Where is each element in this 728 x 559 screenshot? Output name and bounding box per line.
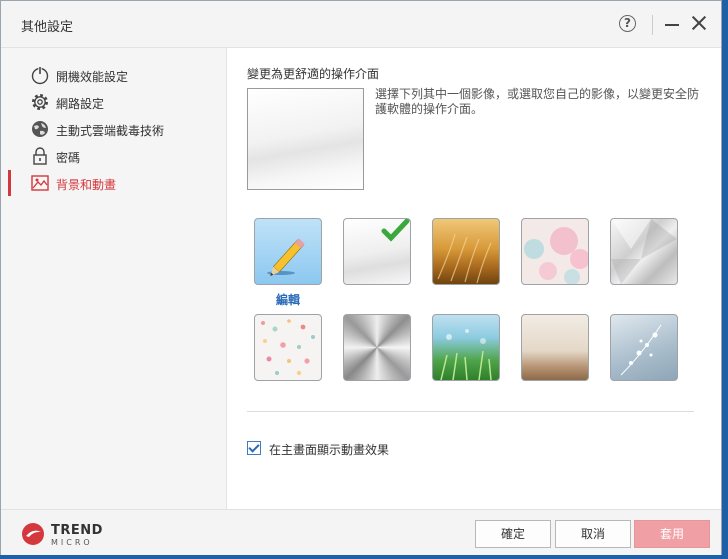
bubbles-art [524,227,588,284]
thumb-metal[interactable] [343,314,411,381]
globe-icon [32,121,48,137]
edit-link[interactable]: 編輯 [254,291,322,308]
grass-art [440,329,492,380]
apply-button[interactable]: 套用 [634,520,710,548]
settings-window: 其他設定 ? 開機效能設定 網路設定 主動式雲端截毒技術 密碼 背景和動畫 變更… [0,0,722,555]
title-separator [652,15,653,35]
dots-art [261,319,315,376]
section-title: 變更為更舒適的操作介面 [247,67,380,81]
thumb-geometric[interactable] [610,218,678,285]
trend-micro-logo: TREND MICRO [21,520,103,548]
sidebar: 開機效能設定 網路設定 主動式雲端截毒技術 密碼 背景和動畫 [1,48,227,509]
thumb-blossom[interactable] [610,314,678,381]
footer: TREND MICRO 確定 取消 套用 [1,509,721,555]
thumb-edit[interactable] [254,218,322,285]
thumb-dots[interactable] [254,314,322,381]
minimize-icon[interactable] [665,24,679,26]
power-icon [31,66,49,85]
sidebar-item-network[interactable]: 網路設定 [8,89,218,115]
sidebar-item-label: 開機效能設定 [56,70,129,84]
thumb-grass[interactable] [432,314,500,381]
pencil-icon [267,238,305,277]
sidebar-item-cloud-scan[interactable]: 主動式雲端截毒技術 [8,116,218,142]
thumb-bubbles[interactable] [521,218,589,285]
background-preview [247,88,364,190]
sidebar-item-background[interactable]: 背景和動畫 [8,170,218,196]
geometric-art [611,219,677,284]
thumb-beach[interactable] [521,314,589,381]
animation-checkbox[interactable] [247,441,261,455]
main-content: 變更為更舒適的操作介面 選擇下列其中一個影像，或選取您自己的影像，以變更安全防護… [227,48,721,509]
help-icon[interactable]: ? [619,15,636,32]
logo-text: TREND [51,523,103,538]
section-divider [247,411,694,412]
thumb-wheat[interactable] [432,218,500,285]
sidebar-item-label: 密碼 [56,151,81,165]
cancel-button[interactable]: 取消 [555,520,631,548]
sidebar-item-password[interactable]: 密碼 [8,143,218,169]
lock-icon [33,147,47,165]
active-indicator [8,170,11,196]
check-icon [381,219,410,242]
image-icon [31,175,49,191]
sidebar-item-label: 背景和動畫 [56,178,117,192]
sidebar-item-label: 網路設定 [56,97,105,111]
logo-subtext: MICRO [51,538,93,547]
sidebar-item-startup[interactable]: 開機效能設定 [8,62,218,88]
gear-icon [32,94,48,110]
title-bar: 其他設定 ? [1,1,721,48]
thumb-white-selected[interactable] [343,218,411,285]
close-icon[interactable] [690,14,708,32]
logo-mark-icon [22,523,44,545]
section-description: 選擇下列其中一個影像，或選取您自己的影像，以變更安全防護軟體的操作介面。 [375,87,700,116]
wheat-art [437,233,492,284]
animation-checkbox-label: 在主畫面顯示動畫效果 [269,443,390,457]
ok-button[interactable]: 確定 [475,520,551,548]
sidebar-item-label: 主動式雲端截毒技術 [56,124,165,138]
window-title: 其他設定 [21,20,74,35]
blossom-art [620,324,662,376]
